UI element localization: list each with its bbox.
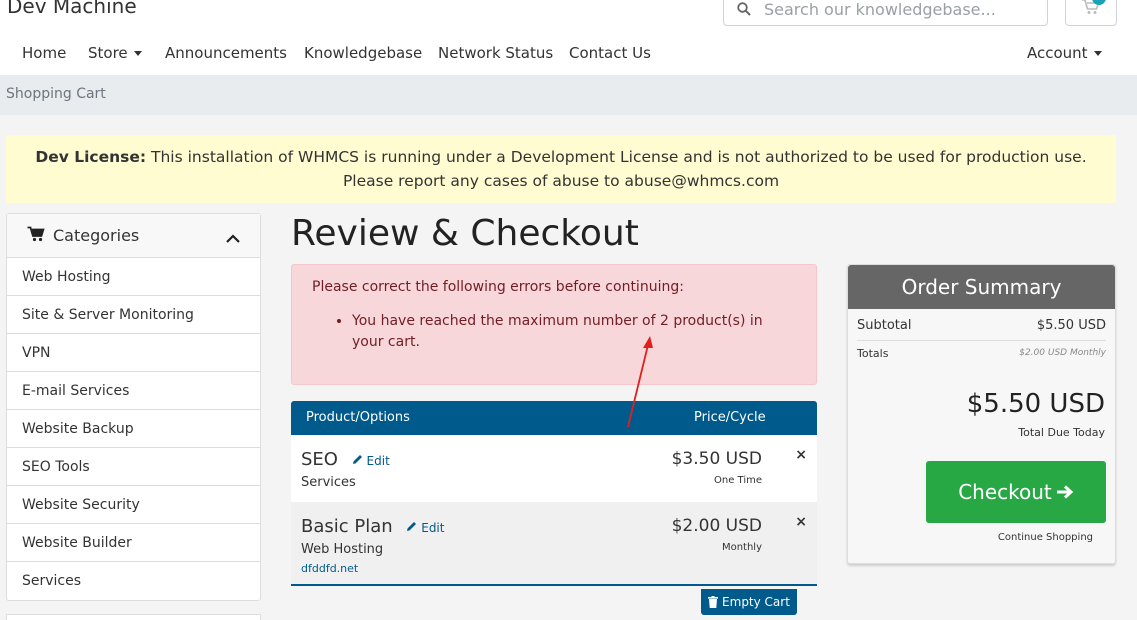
totals-value: $2.00 USD Monthly [1019,348,1106,358]
license-abuse-text: Please report any cases of abuse to abus… [342,172,780,190]
nav-knowledgebase[interactable]: Knowledgebase [304,44,422,62]
pencil-icon [407,522,417,531]
dev-license-banner: Dev License: This installation of WHMCS … [6,135,1116,203]
cart-item-price: $3.50 USD [671,449,762,469]
cart-item: SEO Edit Services $3.50 USD One Time × [291,435,817,502]
nav-account-label: Account [1027,44,1088,62]
categories-title: Categories [53,226,140,245]
cart-item: Basic Plan Edit Web Hosting dfddfd.net $… [291,502,817,586]
empty-cart-button[interactable]: Empty Cart [701,589,797,615]
brand-logo[interactable]: Dev Machine [7,0,137,18]
order-summary-title: Order Summary [848,265,1115,309]
category-email-services[interactable]: E-mail Services [7,372,260,410]
edit-label: Edit [366,454,390,468]
empty-cart-label: Empty Cart [722,595,790,609]
nav-announcements[interactable]: Announcements [165,44,287,62]
checkout-button[interactable]: Checkout [926,461,1106,523]
nav-network-status[interactable]: Network Status [438,44,553,62]
category-website-security[interactable]: Website Security [7,486,260,524]
cart-item-group: Web Hosting [301,542,384,557]
search-icon [724,2,764,16]
cart-table: Product/Options Price/Cycle SEO Edit Ser… [291,401,817,586]
cart-table-header: Product/Options Price/Cycle [291,401,817,435]
category-site-server-monitoring[interactable]: Site & Server Monitoring [7,296,260,334]
subtotal-row: Subtotal $5.50 USD [857,309,1106,341]
breadcrumb-current: Shopping Cart [6,86,106,102]
main-nav: Home Store Announcements Knowledgebase N… [0,44,1137,68]
cart-item-cycle: One Time [713,475,762,486]
secondary-panel [6,614,261,620]
breadcrumb: Shopping Cart [0,75,1137,115]
arrow-right-icon [1056,485,1074,499]
total-due-label: Total Due Today [1018,426,1105,439]
cart-item-price: $2.00 USD [671,516,762,536]
subtotal-label: Subtotal [857,318,912,333]
category-web-hosting[interactable]: Web Hosting [7,258,260,296]
order-summary: Order Summary Subtotal $5.50 USD Totals … [847,264,1116,564]
col-product-options: Product/Options [306,410,410,425]
trash-icon [708,596,719,608]
license-text: This installation of WHMCS is running un… [151,148,1087,166]
cart-item-name: SEO [301,449,338,470]
cart-button[interactable] [1065,0,1117,26]
caret-down-icon [133,51,142,56]
cart-item-group: Services [301,475,356,490]
error-alert: Please correct the following errors befo… [291,264,817,385]
totals-row: Totals $2.00 USD Monthly [857,341,1106,367]
edit-button[interactable]: Edit [406,521,444,535]
shopping-cart-icon [27,226,45,246]
chevron-up-icon[interactable] [226,229,240,248]
search-input[interactable] [764,0,1034,19]
search-box[interactable] [723,0,1048,26]
edit-button[interactable]: Edit [352,454,390,468]
total-due-amount: $5.50 USD [966,389,1105,419]
caret-down-icon [1093,51,1102,56]
cart-item-domain[interactable]: dfddfd.net [301,562,358,575]
col-price-cycle: Price/Cycle [694,410,766,425]
category-website-backup[interactable]: Website Backup [7,410,260,448]
category-website-builder[interactable]: Website Builder [7,524,260,562]
page-title: Review & Checkout [291,213,639,254]
checkout-label: Checkout [958,480,1052,504]
error-item: You have reached the maximum number of 2… [352,311,796,353]
continue-shopping-link[interactable]: Continue Shopping [998,532,1093,543]
cart-item-name: Basic Plan [301,516,393,537]
pencil-icon [352,455,362,464]
license-label: Dev License: [35,148,147,166]
categories-panel: Categories Web Hosting Site & Server Mon… [6,213,261,601]
nav-account[interactable]: Account [1027,44,1102,62]
nav-store[interactable]: Store [88,44,142,62]
edit-label: Edit [421,521,445,535]
subtotal-value: $5.50 USD [1036,318,1106,333]
remove-item-icon[interactable]: × [795,447,807,463]
categories-header[interactable]: Categories [7,214,260,258]
totals-label: Totals [857,347,889,360]
category-services[interactable]: Services [7,562,260,600]
category-seo-tools[interactable]: SEO Tools [7,448,260,486]
error-heading: Please correct the following errors befo… [312,279,684,295]
nav-contact-us[interactable]: Contact Us [569,44,651,62]
nav-store-label: Store [88,44,128,62]
error-list: You have reached the maximum number of 2… [352,311,796,353]
cart-item-cycle: Monthly [721,542,762,553]
nav-home[interactable]: Home [22,44,66,62]
remove-item-icon[interactable]: × [795,514,807,530]
category-vpn[interactable]: VPN [7,334,260,372]
